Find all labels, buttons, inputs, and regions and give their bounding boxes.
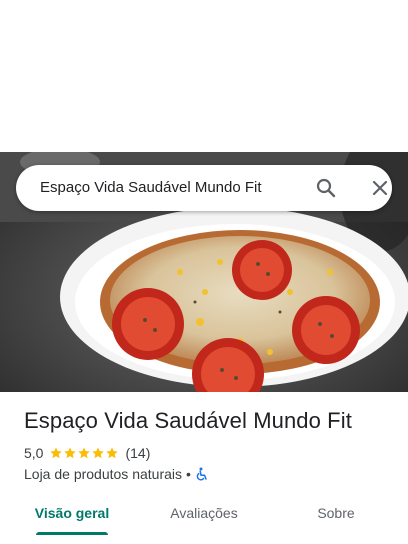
rating-value: 5,0 — [24, 445, 44, 461]
star-rating — [49, 446, 119, 460]
place-category[interactable]: Loja de produtos naturais — [24, 466, 182, 482]
review-count[interactable]: (14) — [125, 445, 150, 461]
search-icon[interactable] — [314, 176, 338, 200]
star-icon — [105, 446, 119, 460]
separator-dot: • — [186, 466, 191, 482]
rating-row[interactable]: 5,0 (14) — [24, 444, 150, 462]
place-title: Espaço Vida Saudável Mundo Fit — [24, 408, 352, 433]
place-tabs: Visão geral Avaliações Sobre — [0, 496, 408, 544]
star-icon — [49, 446, 63, 460]
star-icon — [91, 446, 105, 460]
wheelchair-icon[interactable] — [195, 467, 209, 481]
star-icon — [77, 446, 91, 460]
star-icon — [63, 446, 77, 460]
top-blank-area — [0, 0, 408, 152]
tab-reviews[interactable]: Avaliações — [154, 496, 254, 530]
active-tab-indicator — [36, 532, 108, 535]
tab-about[interactable]: Sobre — [286, 496, 386, 530]
category-row: Loja de produtos naturais • — [24, 465, 209, 483]
search-query-text[interactable]: Espaço Vida Saudável Mundo Fit — [40, 165, 262, 211]
close-icon[interactable] — [368, 176, 392, 200]
search-bar[interactable]: Espaço Vida Saudável Mundo Fit — [16, 165, 392, 211]
tab-overview[interactable]: Visão geral — [22, 496, 122, 530]
